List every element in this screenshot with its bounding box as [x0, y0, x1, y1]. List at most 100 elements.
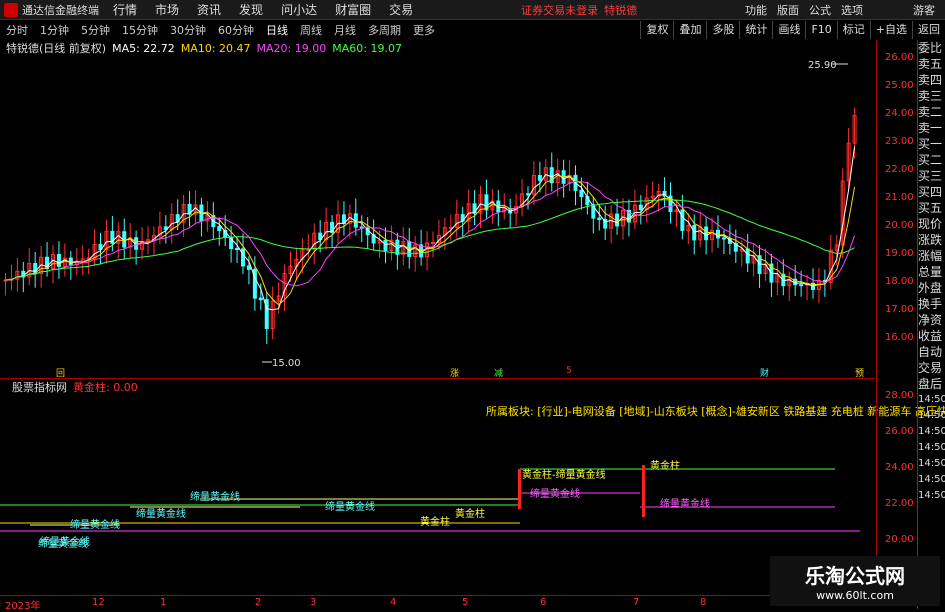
tab-60min[interactable]: 60分钟	[218, 22, 254, 38]
date-axis: 2023年 12 1 2 3 4 5 6 7 8	[0, 595, 875, 612]
menu-trade[interactable]: 交易	[389, 1, 413, 18]
candle-body[interactable]	[721, 237, 726, 240]
tab-daily[interactable]: 日线	[266, 22, 288, 38]
side-field[interactable]: 委比	[918, 40, 945, 56]
side-field[interactable]: 买一	[918, 136, 945, 152]
candle-body[interactable]	[235, 248, 240, 251]
menu-discover[interactable]: 发现	[239, 1, 263, 18]
login-warning[interactable]: 证券交易未登录	[521, 2, 598, 18]
menu-ask[interactable]: 问小达	[281, 1, 317, 18]
indicator-label: 缔量黄金线	[136, 507, 186, 520]
indicator-label: 缔量黄金线	[190, 490, 240, 503]
indicator-header: 股票指标网 黄金柱: 0.00	[0, 380, 138, 394]
indicator-title[interactable]: 股票指标网	[12, 379, 67, 395]
side-field[interactable]: 换手	[918, 296, 945, 312]
side-field[interactable]: 自动	[918, 344, 945, 360]
overlay-button[interactable]: 叠加	[673, 21, 706, 39]
tab-1min[interactable]: 1分钟	[40, 22, 69, 38]
menu-guest[interactable]: 游客	[913, 2, 935, 18]
side-field[interactable]: 现价	[918, 216, 945, 232]
candle-body[interactable]	[745, 248, 750, 264]
side-field[interactable]: 外盘	[918, 280, 945, 296]
candle-body[interactable]	[383, 239, 388, 251]
tab-30min[interactable]: 30分钟	[170, 22, 206, 38]
f10-button[interactable]: F10	[805, 21, 836, 39]
date-tick: 3	[310, 597, 317, 608]
side-field[interactable]: 卖四	[918, 72, 945, 88]
adjust-button[interactable]: 复权	[640, 21, 673, 39]
indicator-label: 缔量黄金线	[38, 537, 88, 550]
side-field[interactable]: 14:50	[918, 456, 945, 472]
candle-body[interactable]	[579, 189, 584, 198]
candle-body[interactable]	[68, 257, 73, 265]
side-field[interactable]: 买三	[918, 168, 945, 184]
side-field[interactable]: 涨跌	[918, 232, 945, 248]
ma-info: 特锐德(日线 前复权) MA5: 22.72 MA10: 20.47 MA20:…	[0, 40, 402, 56]
menu-market[interactable]: 市场	[155, 1, 179, 18]
price-tick: 22.00	[885, 164, 914, 175]
candle-body[interactable]	[217, 226, 222, 231]
tab-15min[interactable]: 15分钟	[122, 22, 158, 38]
menu-layout[interactable]: 版面	[777, 2, 799, 18]
side-field[interactable]: 14:50	[918, 392, 945, 408]
side-field[interactable]: 净资	[918, 312, 945, 328]
tab-monthly[interactable]: 月线	[334, 22, 356, 38]
menu-quotes[interactable]: 行情	[113, 1, 137, 18]
candle-body[interactable]	[258, 297, 263, 301]
side-field[interactable]: 卖五	[918, 56, 945, 72]
side-field[interactable]: 买五	[918, 200, 945, 216]
menu-formula[interactable]: 公式	[809, 2, 831, 18]
side-field[interactable]: 买四	[918, 184, 945, 200]
candlestick-chart[interactable]: 25.90 15.00	[0, 56, 875, 376]
tab-5min[interactable]: 5分钟	[81, 22, 110, 38]
candle-body[interactable]	[704, 226, 709, 241]
stock-name: 特锐德	[604, 3, 638, 17]
candle-body[interactable]	[692, 224, 697, 241]
side-field[interactable]: 总量	[918, 264, 945, 280]
app-logo-icon	[4, 2, 18, 17]
tab-intraday[interactable]: 分时	[6, 22, 28, 38]
indicator-chart[interactable]: 缔量黄金线缔量黄金线缔量黄金线缔量黄金线缔量黄金线缔量黄金线黄金柱黄金柱黄金柱-…	[0, 395, 875, 595]
event-marker[interactable]: 5	[566, 366, 572, 376]
tab-more[interactable]: 更多	[413, 22, 435, 38]
side-field[interactable]: 卖三	[918, 88, 945, 104]
side-field[interactable]: 卖二	[918, 104, 945, 120]
side-field[interactable]: 收益	[918, 328, 945, 344]
ma5-label: MA5: 22.72	[112, 41, 175, 55]
multi-stock-button[interactable]: 多股	[706, 21, 739, 39]
candle-body[interactable]	[638, 204, 643, 211]
candle-body[interactable]	[597, 217, 602, 220]
menu-options[interactable]: 选项	[841, 2, 863, 18]
candle-body[interactable]	[680, 209, 685, 231]
side-field[interactable]: 涨幅	[918, 248, 945, 264]
mark-button[interactable]: 标记	[836, 21, 870, 39]
side-field[interactable]: 14:50	[918, 488, 945, 504]
draw-button[interactable]: 画线	[772, 21, 805, 39]
side-field[interactable]: 14:50	[918, 440, 945, 456]
candle-body[interactable]	[246, 265, 251, 270]
side-field[interactable]: 买二	[918, 152, 945, 168]
price-tick: 17.00	[885, 304, 914, 315]
menu-wealth[interactable]: 财富圈	[335, 1, 371, 18]
back-button[interactable]: 返回	[912, 21, 945, 39]
candle-body[interactable]	[799, 284, 804, 287]
candle-body[interactable]	[537, 175, 542, 181]
tab-weekly[interactable]: 周线	[300, 22, 322, 38]
side-field[interactable]: 盘后	[918, 376, 945, 392]
menu-function[interactable]: 功能	[745, 2, 767, 18]
menu-news[interactable]: 资讯	[197, 1, 221, 18]
add-favorite-button[interactable]: +自选	[869, 21, 912, 39]
candle-body[interactable]	[526, 193, 530, 196]
stats-button[interactable]: 统计	[739, 21, 772, 39]
side-field[interactable]: 14:50	[918, 408, 945, 424]
indicator-label: 缔量黄金线	[660, 497, 710, 510]
side-field[interactable]: 卖一	[918, 120, 945, 136]
candle-body[interactable]	[431, 241, 435, 244]
side-field[interactable]: 交易	[918, 360, 945, 376]
gold-bar[interactable]	[518, 469, 521, 509]
tab-multi[interactable]: 多周期	[368, 22, 401, 38]
gold-bar[interactable]	[642, 465, 645, 517]
side-field[interactable]: 14:50	[918, 472, 945, 488]
side-field[interactable]: 14:50	[918, 424, 945, 440]
candle-body[interactable]	[241, 248, 245, 267]
